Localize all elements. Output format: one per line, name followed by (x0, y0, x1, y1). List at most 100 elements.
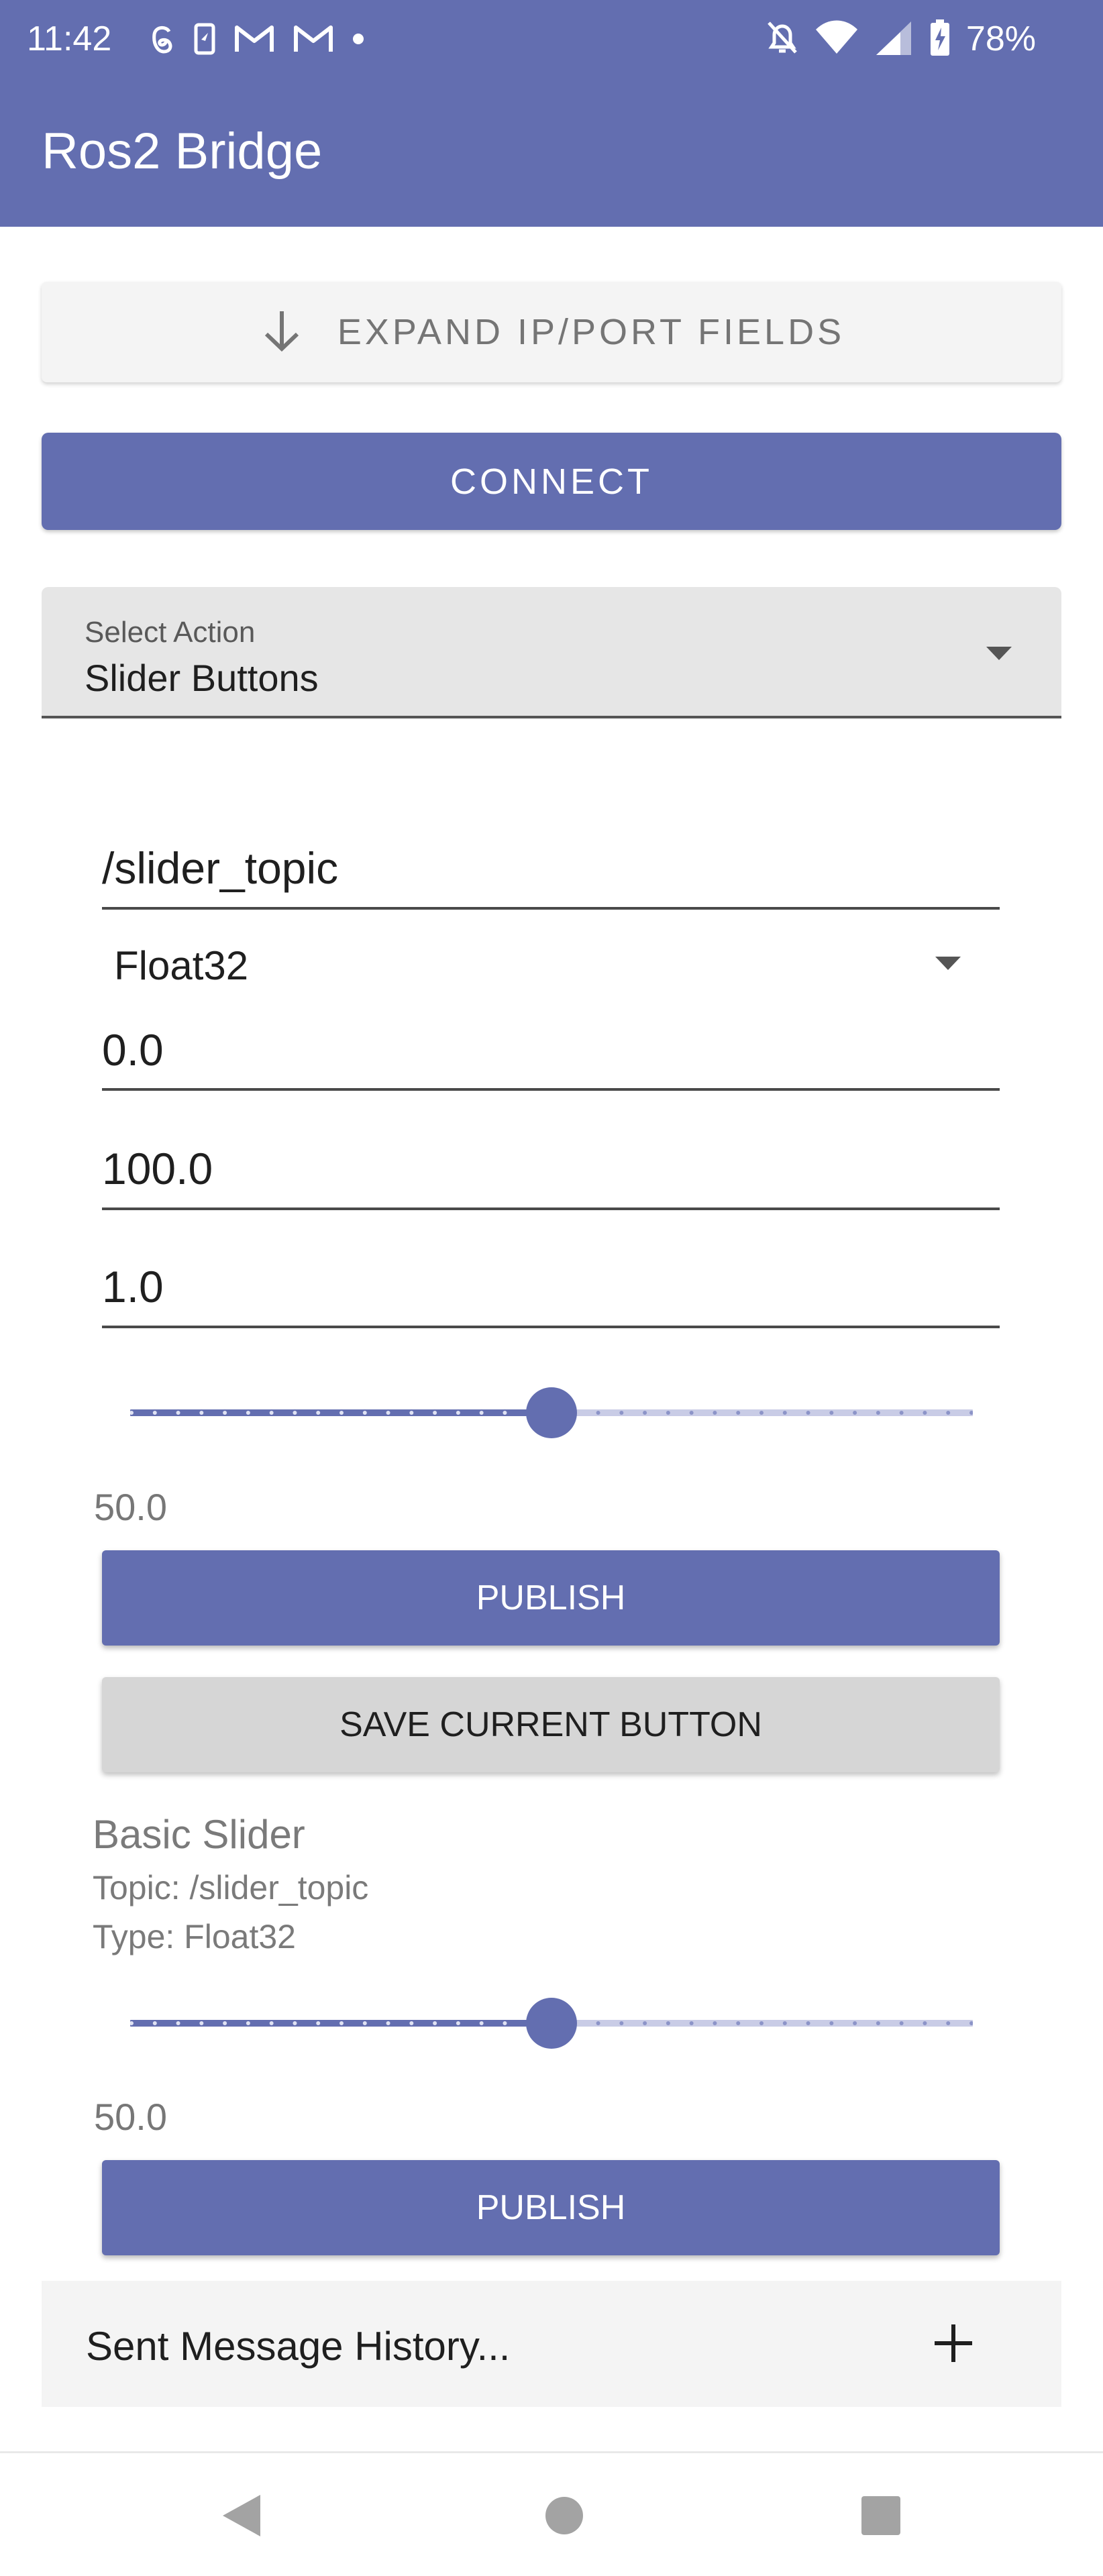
status-right-icons: 78% (765, 19, 1036, 59)
slider-tick (479, 1411, 484, 1415)
saved-slider[interactable] (128, 1990, 975, 2057)
slider-tick (806, 2021, 810, 2025)
saved-slider-name: Basic Slider (93, 1812, 305, 1857)
slider-tick (176, 1411, 180, 1415)
history-label: Sent Message History... (86, 2324, 511, 2369)
slider-tick (923, 2021, 927, 2025)
slider-tick (619, 2021, 624, 2025)
max-input-underline (102, 1208, 1000, 1210)
slider-tick (946, 1411, 951, 1415)
recents-icon[interactable] (861, 2496, 900, 2538)
slider-tick (829, 1411, 834, 1415)
connect-button[interactable]: CONNECT (42, 433, 1061, 530)
slider-tick (806, 1411, 810, 1415)
slider-tick (503, 1411, 507, 1415)
message-type-select[interactable]: Float32 (114, 943, 248, 989)
slider-tick (666, 2021, 670, 2025)
home-icon[interactable] (545, 2496, 584, 2538)
save-current-button[interactable]: SAVE CURRENT BUTTON (102, 1677, 1000, 1772)
slider-tick (316, 1411, 321, 1415)
saved-slider-type: Type: Float32 (93, 1918, 296, 1955)
threads-icon (149, 22, 176, 59)
max-value-input[interactable]: 100.0 (102, 1143, 213, 1194)
slider-tick (689, 2021, 694, 2025)
saved-slider-value-text: 50.0 (94, 2096, 167, 2138)
slider-tick (736, 2021, 741, 2025)
slider-tick (666, 1411, 670, 1415)
slider-tick (456, 2021, 460, 2025)
slider-tick (596, 1411, 600, 1415)
slider-tick (433, 1411, 437, 1415)
slider-tick (362, 1411, 367, 1415)
slider-tick (339, 2021, 344, 2025)
slider-tick (713, 1411, 717, 1415)
slider-tick (689, 1411, 694, 1415)
slider-tick (199, 2021, 204, 2025)
slider-tick (293, 1411, 297, 1415)
status-left-icons (149, 20, 365, 60)
slider-tick (923, 1411, 927, 1415)
save-button-label: SAVE CURRENT BUTTON (339, 1705, 762, 1744)
min-value-input[interactable]: 0.0 (102, 1024, 164, 1075)
battery-charging-icon (929, 18, 951, 60)
slider-tick (433, 2021, 437, 2025)
slider-tick (829, 2021, 834, 2025)
publish-button-label: PUBLISH (476, 1578, 626, 1617)
slider-tick (386, 1411, 390, 1415)
slider-tick (456, 1411, 460, 1415)
gmail-icon (293, 23, 334, 58)
slider-tick (316, 2021, 321, 2025)
slider-tick (853, 1411, 857, 1415)
slider-tick (946, 2021, 951, 2025)
select-action-label: Select Action (85, 616, 256, 649)
saved-publish-button[interactable]: PUBLISH (102, 2160, 1000, 2255)
slider-tick (759, 2021, 764, 2025)
slider-tick (223, 2021, 227, 2025)
slider-tick (246, 1411, 250, 1415)
slider-tick (269, 2021, 274, 2025)
topic-input-underline (102, 907, 1000, 910)
battery-percentage: 78% (965, 19, 1036, 58)
plus-icon[interactable] (933, 2322, 974, 2367)
slider-tick (899, 1411, 904, 1415)
saved-slider-topic: Topic: /slider_topic (93, 1869, 369, 1907)
slider-thumb[interactable] (526, 1998, 577, 2049)
slider-tick (643, 1411, 647, 1415)
slider-tick (503, 2021, 507, 2025)
slider-tick (269, 1411, 274, 1415)
slider-tick (409, 1411, 414, 1415)
expand-ip-port-button[interactable]: EXPAND IP/PORT FIELDS (42, 282, 1061, 382)
slider-tick (199, 1411, 204, 1415)
slider-tick (782, 2021, 787, 2025)
slider-tick (619, 1411, 624, 1415)
step-input-underline (102, 1326, 1000, 1328)
back-icon[interactable] (221, 2493, 262, 2541)
slider-tick (479, 2021, 484, 2025)
publish-button[interactable]: PUBLISH (102, 1550, 1000, 1646)
saved-publish-button-label: PUBLISH (476, 2188, 626, 2227)
slider-tick (152, 1411, 157, 1415)
select-action-value: Slider Buttons (85, 657, 319, 699)
topic-input[interactable]: /slider_topic (102, 843, 338, 894)
expand-button-label: EXPAND IP/PORT FIELDS (337, 312, 845, 352)
arrow-down-icon (258, 307, 305, 358)
slider-tick (736, 1411, 741, 1415)
slider-tick (152, 2021, 157, 2025)
wifi-icon (815, 19, 859, 60)
bell-off-icon (765, 19, 800, 60)
slider-tick (362, 2021, 367, 2025)
slider-tick (853, 2021, 857, 2025)
slider-thumb[interactable] (526, 1387, 577, 1438)
signal-icon (874, 19, 914, 60)
step-value-input[interactable]: 1.0 (102, 1261, 164, 1312)
value-slider[interactable] (128, 1379, 975, 1446)
slider-tick (713, 2021, 717, 2025)
slider-tick (176, 2021, 180, 2025)
slider-tick (293, 2021, 297, 2025)
navigation-bar (0, 2453, 1103, 2576)
slider-tick (899, 2021, 904, 2025)
dropdown-arrow-icon (985, 645, 1013, 665)
status-time: 11:42 (27, 19, 112, 58)
slider-tick (339, 1411, 344, 1415)
dot-icon (352, 32, 365, 49)
